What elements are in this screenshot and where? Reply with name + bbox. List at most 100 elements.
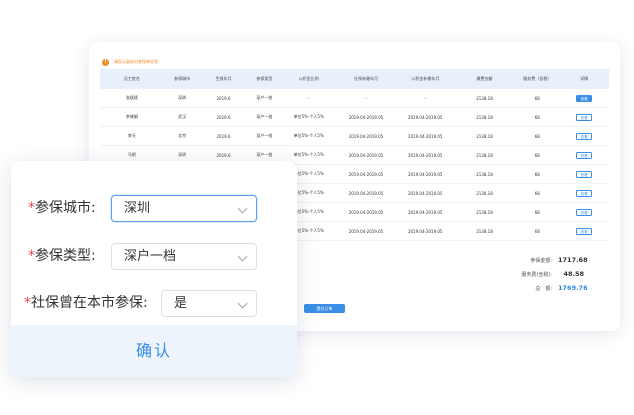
table-header-cell: 详情	[580, 76, 589, 81]
table-header-cell: 公积金比例	[298, 76, 319, 81]
table-cell: 单位5%-个人5%	[293, 152, 324, 157]
view-detail-button[interactable]: 查看	[576, 170, 593, 178]
type-select-value: 深户一档	[124, 249, 177, 264]
table-cell: 单位5%-个人5%	[293, 114, 324, 119]
view-detail-button[interactable]: 查看	[576, 113, 593, 121]
type-label-text: 参保类型:	[35, 248, 96, 264]
type-form-row: *参保类型: 深户一档	[11, 243, 297, 270]
table-cell: -	[307, 95, 310, 101]
table-cell: 2138.18	[476, 171, 493, 177]
table-cell: 2019.04-2019.05	[348, 152, 384, 158]
table-cell-action: 查看	[559, 94, 609, 102]
table-cell: 68	[534, 114, 540, 120]
required-mark: *	[24, 295, 31, 311]
table-row: 李天 北京 2019.6 深户一档 单位5%-个人5% 2019.04-2019.05 20…	[100, 127, 609, 146]
table-cell: 深户一档	[256, 133, 273, 138]
table-header-cell: 参保类型	[256, 76, 273, 81]
view-detail-button[interactable]: 查看	[576, 189, 593, 197]
total-amount-label: 总 额:	[535, 286, 552, 292]
notice-text: 请您认真核对参保单信息	[114, 59, 158, 64]
table-cell: -	[365, 95, 367, 101]
table-cell: 2019.04-2019.05	[407, 209, 443, 215]
type-select[interactable]: 深户一档	[111, 243, 257, 270]
table-cell-action: 查看	[559, 151, 609, 159]
service-fee-value: 48.58	[563, 270, 584, 278]
table-cell: 深户一档	[256, 95, 273, 100]
table-cell: 2019.6	[216, 114, 231, 120]
city-select[interactable]: 深圳	[111, 195, 257, 222]
table-cell: 68	[534, 133, 540, 139]
confirm-button[interactable]: 确认	[11, 325, 297, 377]
total-amount-value: 1769.76	[558, 284, 588, 292]
table-cell: 北京	[178, 133, 187, 138]
table-cell: 2019.04-2019.05	[348, 209, 384, 215]
table-cell: 张斌斌	[125, 95, 138, 100]
table-cell: 2019.6	[216, 95, 231, 101]
table-cell: 2019.04-2019.05	[348, 190, 384, 196]
table-cell: 2138.18	[476, 95, 493, 101]
table-cell: 2019.04-2019.05	[348, 171, 384, 177]
city-select-value: 深圳	[124, 201, 151, 216]
table-cell: 2019.04-2019.05	[407, 228, 443, 234]
table-cell-action: 查看	[559, 189, 609, 197]
table-cell: 李天	[127, 133, 136, 138]
table-header: 员工姓名 参保城市 生效年月 参保类型 公积金比例 社保补缴年月 公积金补缴年月 缴费金额 服务…	[100, 69, 609, 89]
table-header-cell: 缴费金额	[476, 76, 493, 81]
table-cell: 2019.04-2019.05	[407, 171, 443, 177]
table-cell: 武汉	[178, 114, 187, 119]
insured-amount-row: 参保金额: 1717.68	[464, 256, 587, 270]
table-header-cell: 员工姓名	[123, 76, 140, 81]
table-cell: 2019.04-2019.05	[348, 114, 384, 120]
table-cell: 2138.18	[476, 209, 493, 215]
local-insured-label-text: 社保曾在本市参保:	[31, 295, 148, 311]
table-header-cell: 公积金补缴年月	[411, 76, 440, 81]
service-fee-label: 服务费(含税):	[521, 272, 552, 278]
table-cell: 深圳	[178, 152, 187, 157]
table-cell: 2138.18	[476, 190, 493, 196]
submit-order-button[interactable]: 提交订单	[304, 304, 345, 313]
view-detail-button[interactable]: 查看	[576, 208, 593, 216]
local-insured-select[interactable]: 是	[161, 290, 257, 317]
table-cell: 68	[534, 190, 540, 196]
local-insured-select-value: 是	[174, 296, 188, 311]
total-amount-row: 总 额: 1769.76	[464, 284, 588, 298]
service-fee-row: 服务费(含税): 48.58	[464, 270, 584, 284]
table-cell: 2019.04-2019.05	[348, 133, 384, 139]
table-header-cell: 参保城市	[174, 76, 191, 81]
view-detail-button[interactable]: 查看	[576, 151, 593, 159]
view-detail-button[interactable]: 查看	[576, 132, 593, 140]
chevron-down-icon	[237, 251, 248, 262]
table-cell: 68	[534, 228, 540, 234]
table-cell-action: 查看	[559, 208, 609, 216]
view-detail-button[interactable]: 查看	[576, 227, 593, 235]
city-label: *参保城市:	[28, 195, 96, 222]
table-row: 李晓娟 武汉 2019.6 深户一档 单位5%-个人5% 2019.04-2019.05 2…	[100, 108, 609, 127]
table-cell: 2019.04-2019.05	[348, 228, 384, 234]
table-cell: 68	[534, 152, 540, 158]
table-cell: -	[424, 95, 426, 101]
table-cell: 2019.6	[216, 133, 231, 139]
table-cell: 2019.04-2019.05	[407, 152, 443, 158]
table-header-cell: 社保补缴年月	[353, 76, 378, 81]
required-mark: *	[28, 200, 35, 216]
table-cell-action: 查看	[559, 113, 609, 121]
table-cell: 2138.18	[476, 133, 493, 139]
view-detail-button[interactable]: 查看	[576, 94, 593, 102]
table-cell: 68	[534, 209, 540, 215]
table-cell: 深户一档	[256, 152, 273, 157]
table-cell: 2138.18	[476, 228, 493, 234]
chevron-down-icon	[237, 203, 248, 214]
notice-bar: ! 请您认真核对参保单信息	[102, 58, 158, 66]
table-cell: 2138.18	[476, 114, 493, 120]
table-cell: 2019.04-2019.05	[407, 190, 443, 196]
table-cell: 68	[534, 171, 540, 177]
table-cell: 2019.04-2019.05	[407, 114, 443, 120]
required-mark: *	[28, 248, 35, 264]
chevron-down-icon	[237, 298, 248, 309]
table-header-cell: 服务费（含税）	[523, 76, 552, 81]
local-insured-label: *社保曾在本市参保:	[24, 290, 148, 317]
city-label-text: 参保城市:	[35, 200, 96, 216]
warning-icon: !	[102, 58, 109, 66]
table-cell: 2138.18	[476, 152, 493, 158]
confirm-bar: 确认	[11, 325, 297, 377]
